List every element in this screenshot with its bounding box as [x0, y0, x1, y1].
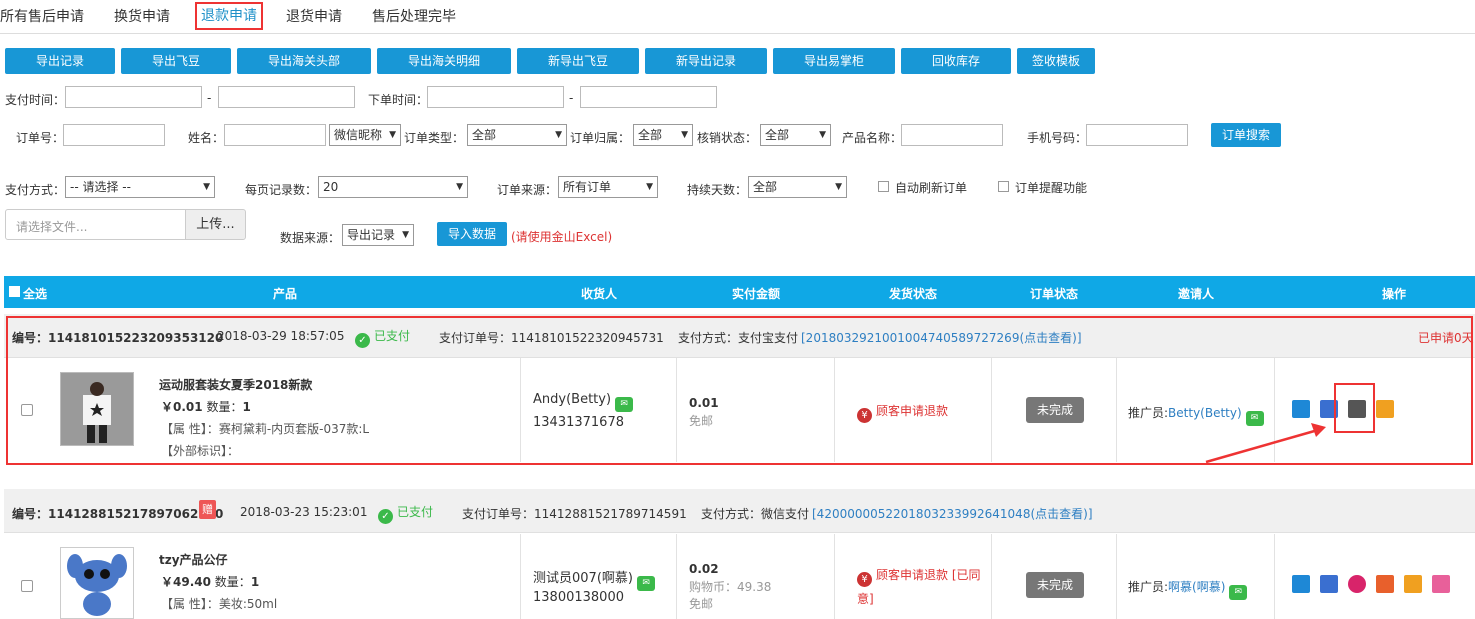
pay-method-label: 支付方式： — [5, 183, 66, 197]
tab-return[interactable]: 退货申请 — [286, 6, 342, 26]
export-record-button[interactable]: 导出记录 — [5, 48, 115, 74]
order-search-button[interactable]: 订单搜索 — [1211, 123, 1281, 147]
import-hint: (请使用金山Excel) — [511, 230, 613, 244]
wechat-nick-select[interactable]: 微信昵称 — [329, 124, 401, 146]
sign-template-button[interactable]: 签收模板 — [1017, 48, 1095, 74]
import-data-button[interactable]: 导入数据 — [437, 222, 507, 246]
tab-exchange[interactable]: 换货申请 — [114, 6, 170, 26]
new-export-feidou-button[interactable]: 新导出飞豆 — [517, 48, 639, 74]
col-ops: 操作 — [1382, 287, 1407, 301]
product-name-label: 产品名称： — [842, 131, 903, 145]
per-page-select[interactable]: 20 — [318, 176, 468, 198]
duration-label: 持续天数： — [687, 183, 748, 197]
col-paid: 实付金额 — [732, 287, 781, 301]
new-export-record-button[interactable]: 新导出记录 — [645, 48, 767, 74]
check-circle-icon: ✓ — [378, 509, 393, 524]
phone-label: 手机号码： — [1027, 131, 1088, 145]
dash: - — [569, 91, 574, 105]
order-no-input[interactable] — [63, 124, 165, 146]
name-label: 姓名： — [188, 131, 225, 145]
pay-time-end-input[interactable] — [218, 86, 355, 108]
order-time: 2018-03-23 15:23:01 — [240, 505, 368, 519]
paid-status: 已支付 — [397, 505, 434, 519]
export-customs-head-button[interactable]: 导出海关头部 — [237, 48, 371, 74]
order-remind-checkbox[interactable] — [998, 181, 1009, 192]
duration-select[interactable]: 全部 — [748, 176, 847, 198]
col-inviter: 邀请人 — [1178, 287, 1215, 301]
auto-refresh-label: 自动刷新订单 — [895, 181, 968, 195]
reject-icon[interactable] — [1432, 575, 1450, 593]
approve-icon[interactable] — [1404, 575, 1422, 593]
export-yizhanggui-button[interactable]: 导出易掌柜 — [773, 48, 895, 74]
export-customs-detail-button[interactable]: 导出海关明细 — [377, 48, 511, 74]
data-source-select[interactable]: 导出记录 — [342, 224, 414, 246]
col-product: 产品 — [273, 287, 298, 301]
pay-method: 微信支付 — [761, 507, 810, 521]
select-all-checkbox[interactable] — [9, 286, 20, 297]
order-time-label: 下单时间： — [368, 93, 429, 107]
gift-badge: 赠 — [199, 500, 216, 519]
order-source-select[interactable]: 所有订单 — [558, 176, 658, 198]
auto-refresh-checkbox[interactable] — [878, 181, 889, 192]
tab-all-aftersale[interactable]: 所有售后申请 — [0, 6, 84, 26]
pay-time-start-input[interactable] — [65, 86, 202, 108]
pay-method-select[interactable]: -- 请选择 -- — [65, 176, 215, 198]
pay-method-label: 支付方式： — [701, 507, 762, 521]
col-status: 订单状态 — [1030, 287, 1079, 301]
tab-done[interactable]: 售后处理完毕 — [372, 6, 456, 26]
button-highlight-box — [1334, 383, 1375, 433]
edit-icon[interactable] — [1320, 575, 1338, 593]
pay-no: 11412881521789714591 — [534, 507, 687, 521]
order-type-label: 订单类型： — [404, 131, 465, 145]
order-type-select[interactable]: 全部 — [467, 124, 567, 146]
order-header: 编号：114128815217897062590 赠 2018-03-23 15… — [4, 489, 1475, 533]
export-feidou-button[interactable]: 导出飞豆 — [121, 48, 231, 74]
order-owner-select[interactable]: 全部 — [633, 124, 693, 146]
order-time-start-input[interactable] — [427, 86, 564, 108]
verify-status-select[interactable]: 全部 — [760, 124, 831, 146]
order-owner-label: 订单归属： — [570, 131, 631, 145]
pay-ref-link[interactable]: [4200000052201803233992641048(点击查看)] — [812, 505, 1093, 522]
minus-icon[interactable] — [1376, 575, 1394, 593]
order-remind-label: 订单提醒功能 — [1015, 181, 1088, 195]
per-page-label: 每页记录数： — [245, 183, 318, 197]
name-input[interactable] — [224, 124, 326, 146]
col-ship: 发货状态 — [889, 287, 938, 301]
tab-refund[interactable]: 退款申请 — [195, 2, 263, 30]
recycle-stock-button[interactable]: 回收库存 — [901, 48, 1011, 74]
order-no-label: 订单号： — [16, 131, 65, 145]
pay-time-label: 支付时间： — [5, 93, 66, 107]
select-all-label: 全选 — [23, 287, 48, 301]
order-no: 114128815217897062590 — [48, 507, 224, 521]
upload-button[interactable]: 上传... — [185, 209, 246, 240]
tab-bar: 所有售后申请 换货申请 退款申请 退货申请 售后处理完毕 — [0, 0, 1475, 34]
dash: - — [207, 91, 212, 105]
note-icon[interactable] — [1292, 575, 1310, 593]
product-name-input[interactable] — [901, 124, 1003, 146]
undo-icon[interactable] — [1348, 575, 1366, 593]
file-placeholder: 请选择文件... — [16, 220, 88, 234]
order-time-end-input[interactable] — [580, 86, 717, 108]
file-input[interactable]: 请选择文件... — [5, 209, 186, 240]
order-row: tzy产品公仔 ￥49.40 数量：1 【属 性】：美妆:50ml 测试员007… — [4, 534, 1475, 619]
order-no-label: 编号： — [12, 507, 49, 521]
phone-input[interactable] — [1086, 124, 1188, 146]
pay-no-label: 支付订单号： — [462, 507, 535, 521]
table-header: 全选 产品 收货人 实付金额 发货状态 订单状态 邀请人 操作 — [4, 276, 1475, 308]
verify-status-label: 核销状态： — [697, 131, 758, 145]
data-source-label: 数据来源： — [280, 231, 341, 245]
col-receiver: 收货人 — [581, 287, 618, 301]
order-source-label: 订单来源： — [497, 183, 558, 197]
arrow-icon — [1205, 423, 1326, 464]
